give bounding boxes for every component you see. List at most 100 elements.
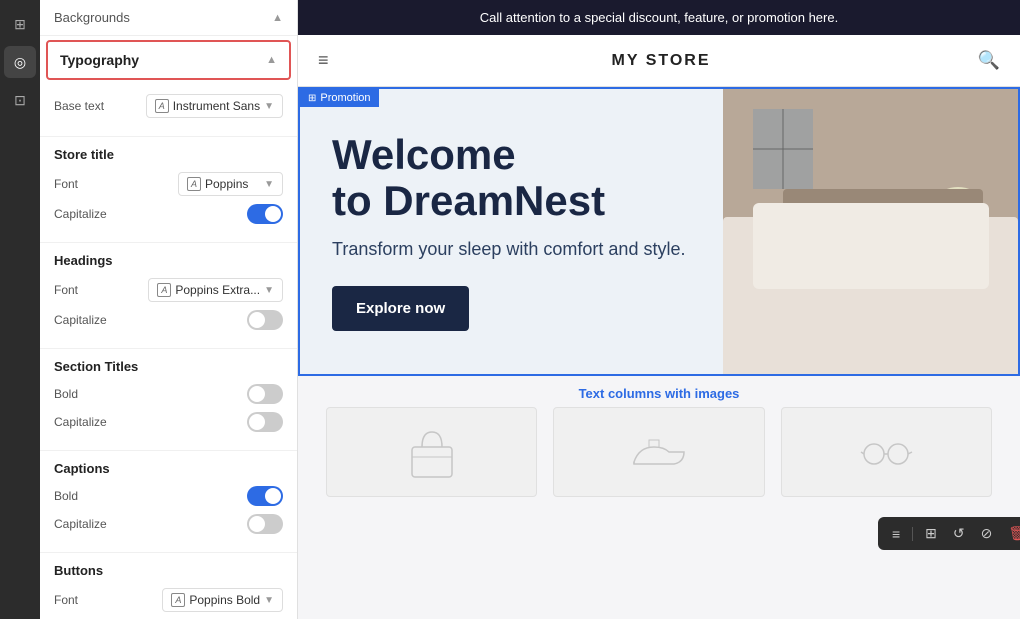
captions-group: Captions Bold Capitalize [40, 451, 297, 553]
buttons-group: Buttons Font A Poppins Bold ▼ Capitalize [40, 553, 297, 619]
panel-content: Backgrounds ▲ Typography ▲ Base text A I… [40, 0, 297, 619]
announcement-text: Call attention to a special discount, fe… [480, 10, 838, 25]
hero-image [723, 89, 1018, 374]
base-text-row: Base text A Instrument Sans ▼ [54, 94, 283, 118]
shoes-sketch [629, 422, 689, 482]
toolbar-grid-icon[interactable]: ⊞ [921, 523, 941, 544]
captions-bold-toggle[interactable] [247, 486, 283, 506]
store-title-capitalize-toggle[interactable] [247, 204, 283, 224]
captions-capitalize-label: Capitalize [54, 517, 107, 531]
hero-section: ⊞ Promotion Welcome to DreamNest Transfo… [298, 87, 1020, 376]
buttons-font-icon: A [171, 593, 185, 607]
store-preview: Call attention to a special discount, fe… [298, 0, 1020, 619]
toolbar-delete-icon[interactable]: 🗑 [1004, 523, 1020, 544]
typography-section-header[interactable]: Typography ▲ [48, 42, 289, 78]
backgrounds-chevron-icon: ▲ [272, 12, 283, 24]
theme-icon[interactable]: ◎ [4, 46, 36, 78]
store-title-font-value: Poppins [205, 177, 248, 191]
bedroom-svg [723, 89, 1018, 369]
product-card-2 [553, 407, 764, 497]
promotion-text: Promotion [320, 92, 370, 104]
headings-group: Headings Font A Poppins Extra... ▼ Capit… [40, 243, 297, 349]
store-title-font-select[interactable]: A Poppins ▼ [178, 172, 283, 196]
buttons-font-row: Font A Poppins Bold ▼ [54, 588, 283, 612]
backgrounds-label: Backgrounds [54, 10, 130, 25]
hero-text-area: Welcome to DreamNest Transform your slee… [300, 89, 723, 374]
base-text-font-value: Instrument Sans [173, 99, 260, 113]
section-titles-bold-row: Bold [54, 384, 283, 404]
product-card-1 [326, 407, 537, 497]
hamburger-icon[interactable]: ≡ [318, 50, 329, 71]
toolbar-refresh-icon[interactable]: ↺ [949, 523, 969, 544]
hero-title: Welcome to DreamNest [332, 132, 691, 224]
headings-capitalize-row: Capitalize [54, 310, 283, 330]
captions-capitalize-toggle[interactable] [247, 514, 283, 534]
toolbar-sep-1 [912, 527, 913, 541]
captions-bold-row: Bold [54, 486, 283, 506]
backgrounds-section-header[interactable]: Backgrounds ▲ [40, 0, 297, 36]
captions-heading: Captions [54, 461, 283, 476]
headings-heading: Headings [54, 253, 283, 268]
announcement-bar: Call attention to a special discount, fe… [298, 0, 1020, 35]
section-titles-capitalize-row: Capitalize [54, 412, 283, 432]
headings-font-label: Font [54, 283, 78, 297]
headings-font-icon: A [157, 283, 171, 297]
glasses-sketch [856, 422, 916, 482]
columns-section-label: Text columns with images [298, 376, 1020, 407]
floating-toolbar: ≡ ⊞ ↺ ⊘ 🗑 [878, 517, 1020, 550]
store-name: MY STORE [345, 52, 978, 70]
section-titles-bold-toggle[interactable] [247, 384, 283, 404]
section-titles-group: Section Titles Bold Capitalize [40, 349, 297, 451]
sidebar-icons-strip: ⊞ ◎ ⊡ [0, 0, 40, 619]
store-title-font-label: Font [54, 177, 78, 191]
section-titles-heading: Section Titles [54, 359, 283, 374]
store-title-group: Store title Font A Poppins ▼ Capitalize [40, 137, 297, 243]
buttons-font-value: Poppins Bold [189, 593, 260, 607]
captions-capitalize-row: Capitalize [54, 514, 283, 534]
store-title-font-row: Font A Poppins ▼ [54, 172, 283, 196]
bed-scene-graphic [723, 89, 1018, 374]
hero-cta-button[interactable]: Explore now [332, 286, 469, 331]
toolbar-move-icon[interactable]: ≡ [888, 524, 904, 544]
headings-font-value: Poppins Extra... [175, 283, 260, 297]
hero-subtitle: Transform your sleep with comfort and st… [332, 237, 691, 262]
products-row [298, 407, 1020, 497]
search-icon[interactable]: 🔍 [978, 50, 1000, 71]
hero-title-line1: Welcome [332, 131, 516, 178]
base-text-font-select[interactable]: A Instrument Sans ▼ [146, 94, 283, 118]
base-text-chevron-icon: ▼ [264, 101, 274, 112]
store-title-heading: Store title [54, 147, 283, 162]
buttons-font-label: Font [54, 593, 78, 607]
hero-title-line2: to DreamNest [332, 177, 605, 224]
headings-font-select[interactable]: A Poppins Extra... ▼ [148, 278, 283, 302]
captions-bold-label: Bold [54, 489, 78, 503]
grid-icon[interactable]: ⊞ [4, 8, 36, 40]
buttons-font-select[interactable]: A Poppins Bold ▼ [162, 588, 283, 612]
store-nav: ≡ MY STORE 🔍 [298, 35, 1020, 87]
buttons-chevron-icon: ▼ [264, 595, 274, 606]
base-text-label: Base text [54, 99, 104, 113]
apps-icon[interactable]: ⊡ [4, 84, 36, 116]
promotion-grid-icon: ⊞ [308, 93, 316, 104]
product-card-3 [781, 407, 992, 497]
typography-label: Typography [60, 52, 139, 68]
toolbar-settings-icon[interactable]: ⊘ [977, 523, 997, 544]
headings-chevron-icon: ▼ [264, 285, 274, 296]
store-title-chevron-icon: ▼ [264, 179, 274, 190]
store-title-capitalize-row: Capitalize [54, 204, 283, 224]
base-text-group: Base text A Instrument Sans ▼ [40, 84, 297, 137]
headings-capitalize-label: Capitalize [54, 313, 107, 327]
promotion-label: ⊞ Promotion [300, 89, 379, 107]
section-titles-capitalize-toggle[interactable] [247, 412, 283, 432]
typography-section: Typography ▲ [46, 40, 291, 80]
bag-sketch [402, 422, 462, 482]
section-titles-bold-label: Bold [54, 387, 78, 401]
typography-chevron-icon: ▲ [266, 54, 277, 66]
buttons-heading: Buttons [54, 563, 283, 578]
section-titles-capitalize-label: Capitalize [54, 415, 107, 429]
content-area: ⊞ Promotion Welcome to DreamNest Transfo… [298, 87, 1020, 619]
headings-capitalize-toggle[interactable] [247, 310, 283, 330]
store-title-font-icon: A [187, 177, 201, 191]
font-a-icon: A [155, 99, 169, 113]
settings-panel: Backgrounds ▲ Typography ▲ Base text A I… [40, 0, 298, 619]
